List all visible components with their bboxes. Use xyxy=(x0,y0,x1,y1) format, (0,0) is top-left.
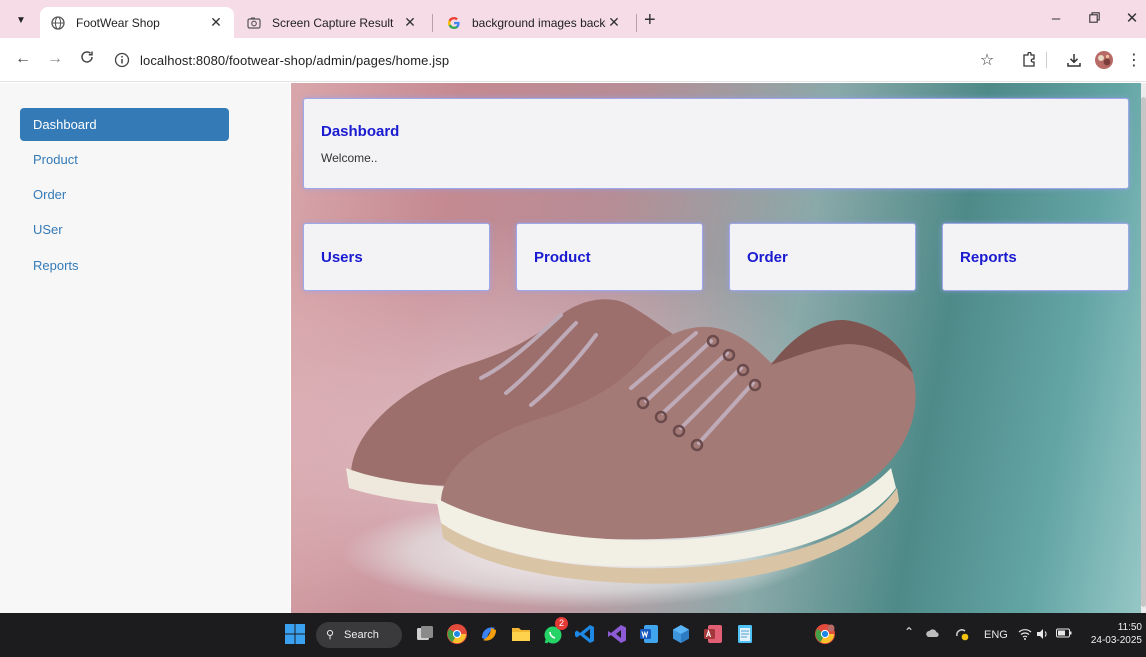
task-view-icon[interactable] xyxy=(414,623,436,645)
windows-taskbar: ⚲ Search 2 ⌃ ENG 11:50 24-03-2025 xyxy=(0,613,1146,657)
main-content: Dashboard Welcome.. Users Product Order … xyxy=(291,83,1141,613)
windows-start-icon[interactable] xyxy=(284,623,306,645)
extensions-icon[interactable] xyxy=(1019,50,1039,70)
clock-time: 11:50 xyxy=(1117,622,1142,633)
toolbar-separator xyxy=(1046,52,1047,68)
product-card[interactable]: Product xyxy=(516,223,703,291)
sidebar-item-product[interactable]: Product xyxy=(20,143,229,176)
address-bar[interactable]: localhost:8080/footwear-shop/admin/pages… xyxy=(108,46,1013,74)
sidebar-item-order[interactable]: Order xyxy=(20,178,229,211)
scrollbar-thumb[interactable] xyxy=(1141,97,1146,607)
camera-icon xyxy=(246,15,262,31)
order-card[interactable]: Order xyxy=(729,223,916,291)
forward-button[interactable]: → xyxy=(46,50,64,68)
tab-search-button[interactable]: ▼ xyxy=(10,11,32,31)
globe-icon xyxy=(50,15,66,31)
sync-status-icon[interactable] xyxy=(954,626,970,646)
whatsapp-badge: 2 xyxy=(555,617,568,630)
close-tab-icon[interactable]: ✕ xyxy=(402,14,418,31)
tab-title: Screen Capture Result xyxy=(272,15,394,30)
whatsapp-icon[interactable]: 2 xyxy=(542,617,568,645)
page-viewport: Dashboard Product Order USer Reports Das… xyxy=(0,83,1146,613)
google-icon xyxy=(446,15,462,31)
3d-box-icon[interactable] xyxy=(670,623,692,645)
browser-toolbar: ← → localhost:8080/footwear-shop/admin/p… xyxy=(0,38,1146,82)
close-tab-icon[interactable]: ✕ xyxy=(606,14,622,31)
back-button[interactable]: ← xyxy=(14,50,32,68)
onedrive-icon[interactable] xyxy=(926,628,940,642)
site-info-icon[interactable] xyxy=(114,52,130,68)
vscode-icon[interactable] xyxy=(574,623,596,645)
address-url: localhost:8080/footwear-shop/admin/pages… xyxy=(140,53,450,68)
card-title: Users xyxy=(321,249,363,266)
minimize-button[interactable]: – xyxy=(1046,10,1066,28)
sidebar: Dashboard Product Order USer Reports xyxy=(0,83,290,613)
card-title: Product xyxy=(534,249,591,266)
bookmark-star-icon[interactable]: ☆ xyxy=(977,50,997,70)
card-title: Order xyxy=(747,249,788,266)
tab-footwear-shop[interactable]: FootWear Shop ✕ xyxy=(40,7,234,38)
tab-background-images[interactable]: background images backgroun ✕ xyxy=(436,7,632,38)
tab-separator xyxy=(636,14,637,32)
sidebar-item-user[interactable]: USer xyxy=(20,213,229,246)
chrome-icon[interactable] xyxy=(446,623,468,645)
welcome-text: Welcome.. xyxy=(321,151,378,165)
volume-icon[interactable] xyxy=(1036,628,1050,644)
reload-button[interactable] xyxy=(78,50,96,69)
reports-card[interactable]: Reports xyxy=(942,223,1129,291)
show-hidden-icons[interactable]: ⌃ xyxy=(904,625,914,639)
wifi-icon[interactable] xyxy=(1018,628,1032,644)
chrome-profile-icon[interactable] xyxy=(814,623,836,645)
tab-title: FootWear Shop xyxy=(76,15,160,30)
close-tab-icon[interactable]: ✕ xyxy=(208,14,224,31)
page-title: Dashboard xyxy=(321,123,400,140)
tab-screen-capture[interactable]: Screen Capture Result ✕ xyxy=(236,7,428,38)
battery-icon[interactable] xyxy=(1056,628,1072,642)
copilot-icon[interactable] xyxy=(478,623,500,645)
browser-tab-strip: ▼ FootWear Shop ✕ Screen Capture Result … xyxy=(0,0,1146,38)
tab-title: background images backgroun xyxy=(472,15,606,30)
clock-date: 24-03-2025 xyxy=(1090,635,1142,646)
dashboard-header-card: Dashboard Welcome.. xyxy=(303,98,1129,189)
taskbar-search[interactable]: ⚲ Search xyxy=(316,622,402,648)
download-icon[interactable] xyxy=(1064,50,1084,70)
sidebar-item-dashboard[interactable]: Dashboard xyxy=(20,108,229,141)
visual-studio-icon[interactable] xyxy=(606,623,628,645)
notepad-icon[interactable] xyxy=(734,623,756,645)
word-icon[interactable] xyxy=(638,623,660,645)
file-explorer-icon[interactable] xyxy=(510,623,532,645)
users-card[interactable]: Users xyxy=(303,223,490,291)
tab-separator xyxy=(432,14,433,32)
new-tab-button[interactable]: + xyxy=(644,10,656,30)
profile-avatar[interactable] xyxy=(1094,50,1114,70)
system-clock[interactable]: 11:50 24-03-2025 xyxy=(1082,621,1142,647)
search-icon: ⚲ xyxy=(326,629,335,641)
restore-button[interactable] xyxy=(1084,10,1104,28)
language-indicator[interactable]: ENG xyxy=(984,628,1008,642)
access-icon[interactable] xyxy=(702,623,724,645)
close-window-button[interactable]: ✕ xyxy=(1122,10,1142,28)
card-title: Reports xyxy=(960,249,1017,266)
sidebar-item-reports[interactable]: Reports xyxy=(20,249,229,282)
taskbar-search-label: Search xyxy=(344,629,379,641)
more-menu-icon[interactable]: ⋮ xyxy=(1124,50,1144,70)
